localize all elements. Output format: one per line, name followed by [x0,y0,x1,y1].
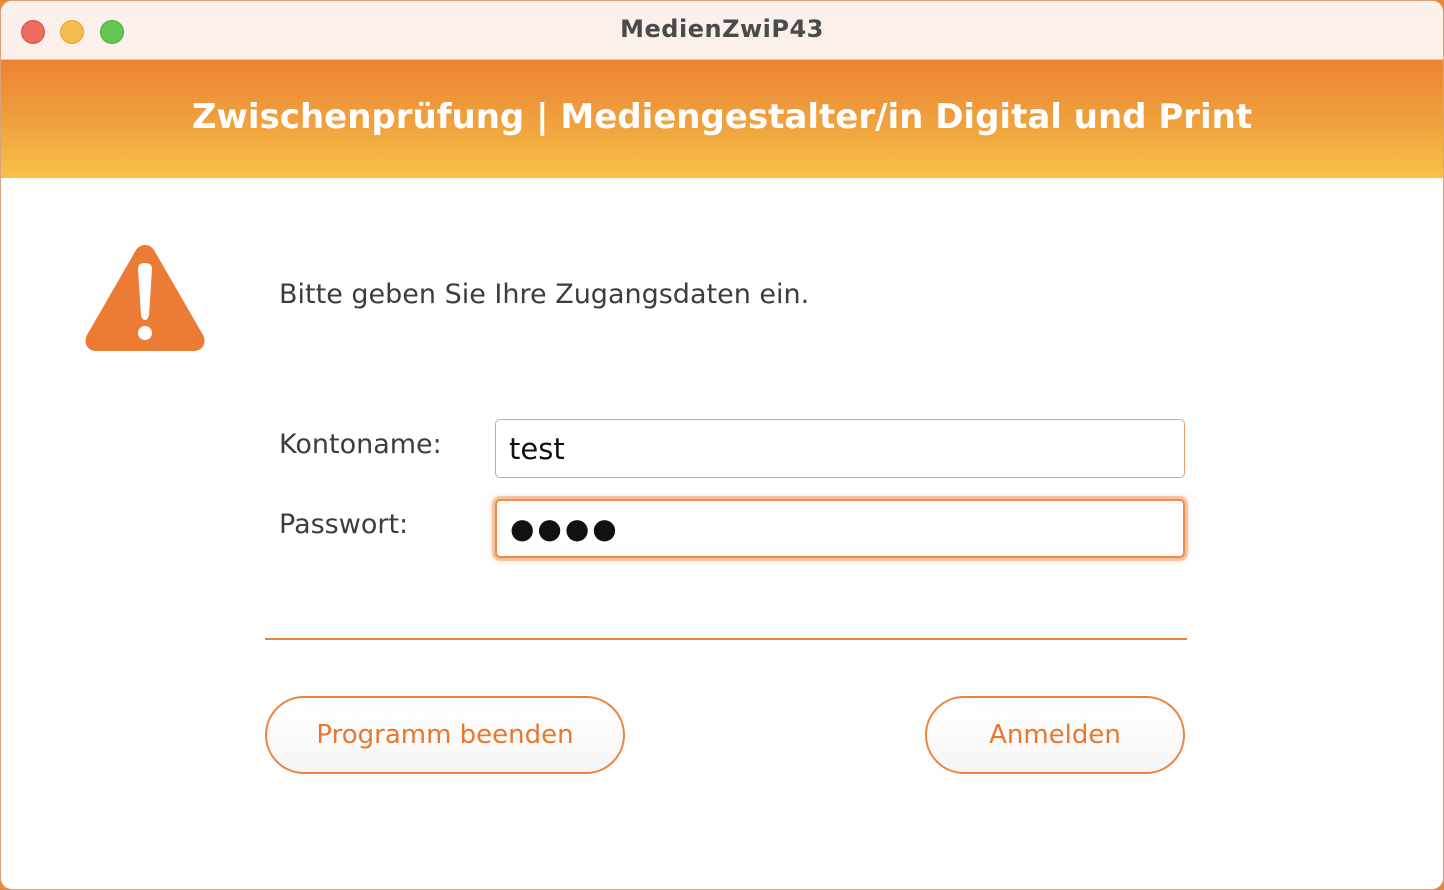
password-input[interactable] [495,499,1185,558]
login-prompt: Bitte geben Sie Ihre Zugangsdaten ein. [279,279,810,310]
divider [265,638,1187,640]
title-bar[interactable]: MedienZwiP43 [1,1,1443,60]
app-window: MedienZwiP43 Zwischenprüfung | Medienges… [0,0,1444,890]
account-name-input[interactable] [495,419,1185,478]
warning-icon [85,245,205,351]
login-button[interactable]: Anmelden [925,696,1185,774]
password-label: Passwort: [279,509,409,540]
quit-program-button[interactable]: Programm beenden [265,696,625,774]
header-banner: Zwischenprüfung | Mediengestalter/in Dig… [1,60,1443,178]
banner-title: Zwischenprüfung | Mediengestalter/in Dig… [191,97,1253,137]
window-title: MedienZwiP43 [620,15,824,43]
account-name-label: Kontoname: [279,429,442,460]
